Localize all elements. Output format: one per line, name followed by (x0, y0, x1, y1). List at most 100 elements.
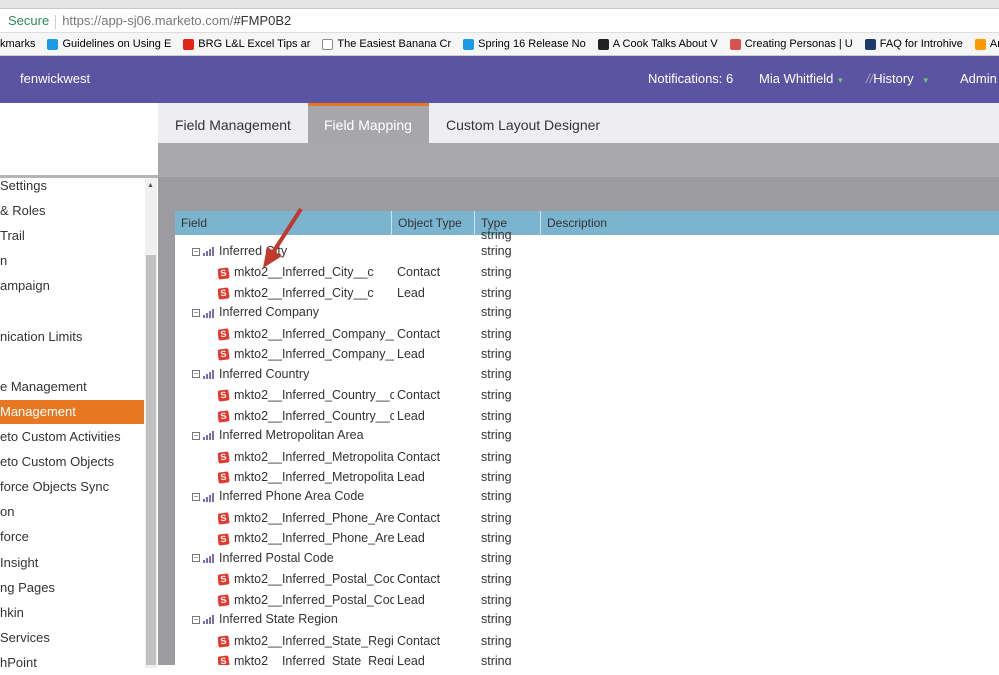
field-type: string (481, 633, 512, 648)
field-group-row[interactable]: − Inferred City string (175, 241, 999, 261)
collapse-icon[interactable]: − (192, 309, 200, 318)
object-type: Lead (397, 531, 425, 546)
history-label: History (873, 71, 914, 86)
field-group-row[interactable]: − Inferred Country string (175, 364, 999, 384)
table-row[interactable]: Smkto2__Inferred_Postal_Code__cLead strin… (175, 590, 999, 610)
field-type: string (481, 285, 512, 300)
collapse-icon[interactable]: − (192, 554, 200, 563)
field-name: Inferred Postal Code (219, 550, 334, 565)
table-row[interactable]: Smkto2__Inferred_Postal_Code__cContact st… (175, 569, 999, 589)
table-row[interactable]: Smkto2__Inferred_Phone_Area_Code__cConta… (175, 508, 999, 528)
collapse-icon[interactable]: − (192, 370, 200, 379)
sidebar-item[interactable] (0, 300, 144, 324)
sidebar-item[interactable]: Settings (0, 174, 144, 198)
sidebar-item[interactable]: eto Custom Objects (0, 450, 144, 474)
field-group-row[interactable]: − Inferred Phone Area Code string (175, 486, 999, 506)
sidebar-item[interactable]: & Roles (0, 199, 144, 223)
table-row[interactable]: Smkto2__Inferred_Metropolitan_Area__cCon… (175, 447, 999, 467)
user-menu[interactable]: Mia Whitfield ▼ (759, 71, 844, 86)
signal-bars-icon (203, 431, 215, 441)
history-menu[interactable]: //History ▼ (866, 71, 930, 86)
table-row[interactable]: Smkto2__Inferred_Country__c Contact string (175, 385, 999, 405)
bookmark-item[interactable]: BRG L&L Excel Tips ar (183, 33, 310, 55)
workspace-name[interactable]: fenwickwest (20, 71, 90, 86)
sidebar-item[interactable]: ng Pages (0, 576, 144, 600)
sidebar-item[interactable] (0, 350, 144, 374)
sidebar-item[interactable]: hPoint (0, 651, 144, 675)
collapse-icon[interactable]: − (192, 615, 200, 624)
tab-bar: Field Management Field Mapping Custom La… (158, 103, 999, 143)
collapse-icon[interactable]: − (192, 431, 200, 440)
sidebar-item[interactable]: hkin (0, 601, 144, 625)
scrollbar-thumb[interactable] (146, 255, 156, 665)
address-bar[interactable]: Secure https://app-sj06.marketo.com/#FMP0… (0, 9, 999, 33)
collapse-icon[interactable]: − (192, 247, 200, 256)
notifications-link[interactable]: Notifications: 6 (648, 71, 733, 86)
sidebar-item[interactable]: e Management (0, 375, 144, 399)
tab-field-management[interactable]: Field Management (159, 103, 307, 143)
table-row[interactable]: Smkto2__Inferred_State_Region__cLead stri… (175, 651, 999, 665)
bookmark-item[interactable]: Spring 16 Release No (463, 33, 586, 55)
bookmark-favicon-icon (463, 38, 475, 50)
table-row[interactable]: Smkto2__Inferred_City__c Lead string (175, 283, 999, 303)
browser-tab-strip (0, 0, 999, 9)
object-type: Lead (397, 592, 425, 607)
field-name: mkto2__Inferred_State_Region__c (234, 654, 394, 665)
scroll-up-icon[interactable]: ▲ (147, 182, 154, 189)
sidebar-item[interactable]: ampaign (0, 274, 144, 298)
field-name: mkto2__Inferred_Country__c (234, 388, 394, 403)
object-type: Lead (397, 347, 425, 362)
field-name: Inferred City (219, 244, 288, 258)
sidebar-item[interactable]: on (0, 500, 144, 524)
sidebar-item[interactable]: Trail (0, 224, 144, 248)
table-row[interactable]: Smkto2__Inferred_Phone_Area_Code__cLead s… (175, 528, 999, 548)
bookmarks-bar: kmarks Guidelines on Using E BRG L&L Excel… (0, 33, 999, 56)
bookmark-item[interactable]: kmarks (0, 33, 35, 55)
field-type: string (481, 612, 512, 627)
collapse-icon[interactable]: − (192, 493, 200, 502)
sidebar-item[interactable]: force (0, 525, 144, 549)
bookmark-item[interactable]: A Cook Talks About V (597, 33, 718, 55)
sidebar-item[interactable]: Management (0, 399, 144, 424)
salesforce-field-icon: S (218, 410, 230, 423)
bookmark-item[interactable]: FAQ for Introhive (864, 33, 963, 55)
bookmark-item[interactable]: The Easiest Banana Cr (322, 33, 451, 55)
sidebar-item[interactable]: eto Custom Activities (0, 425, 144, 449)
table-row[interactable]: Smkto2__Inferred_Company__c Contact string (175, 324, 999, 344)
table-row[interactable]: Smkto2__Inferred_Metropolitan_Area__cLea… (175, 467, 999, 487)
app-header: fenwickwest Notifications: 6 Mia Whitfie… (0, 56, 999, 103)
field-type: string (481, 265, 512, 280)
bookmark-item[interactable]: Guidelines on Using E (47, 33, 171, 55)
field-type: string (481, 510, 512, 525)
field-name: mkto2__Inferred_Phone_Area_Code__c (234, 510, 394, 525)
sidebar-scrollbar[interactable]: ▲ (145, 178, 157, 668)
field-name: mkto2__Inferred_Metropolitan_Area__c (234, 469, 394, 484)
field-group-row[interactable]: − Inferred Company string (175, 302, 999, 322)
admin-link[interactable]: Admin (960, 71, 997, 86)
field-name: Inferred Company (219, 305, 320, 320)
field-name: mkto2__Inferred_Postal_Code__c (234, 592, 394, 607)
table-row[interactable]: Smkto2__Inferred_Company__c Lead string (175, 344, 999, 364)
field-name: mkto2__Inferred_Company__c (234, 347, 394, 362)
field-name: mkto2__Inferred_Phone_Area_Code__c (234, 531, 394, 546)
field-group-row[interactable]: − Inferred Metropolitan Area string (175, 425, 999, 445)
table-row[interactable]: Smkto2__Inferred_State_Region__cContact s… (175, 631, 999, 651)
bookmark-item[interactable]: AmazonSmile (974, 33, 999, 55)
sidebar-item[interactable]: nication Limits (0, 325, 144, 349)
field-group-row[interactable]: − Inferred State Region string (175, 609, 999, 629)
tab-field-mapping[interactable]: Field Mapping (308, 103, 429, 143)
sidebar-item[interactable]: n (0, 249, 144, 273)
sidebar-item[interactable]: Services (0, 626, 144, 650)
field-mapping-table: Field Object Type Type Description strin… (175, 211, 999, 665)
field-group-row[interactable]: − Inferred Postal Code string (175, 548, 999, 568)
bookmark-label: FAQ for Introhive (879, 38, 963, 50)
sidebar-item[interactable]: Insight (0, 551, 144, 575)
bookmark-item[interactable]: Creating Personas | U (729, 33, 853, 55)
table-row[interactable]: Smkto2__Inferred_City__c Contact string (175, 262, 999, 282)
bookmark-favicon-icon (729, 38, 741, 50)
sidebar-item[interactable]: force Objects Sync (0, 475, 144, 499)
salesforce-field-icon: S (218, 287, 230, 300)
table-row[interactable]: Smkto2__Inferred_Country__c Lead string (175, 406, 999, 426)
tab-custom-layout-designer[interactable]: Custom Layout Designer (430, 103, 616, 143)
object-type: Lead (397, 469, 425, 484)
